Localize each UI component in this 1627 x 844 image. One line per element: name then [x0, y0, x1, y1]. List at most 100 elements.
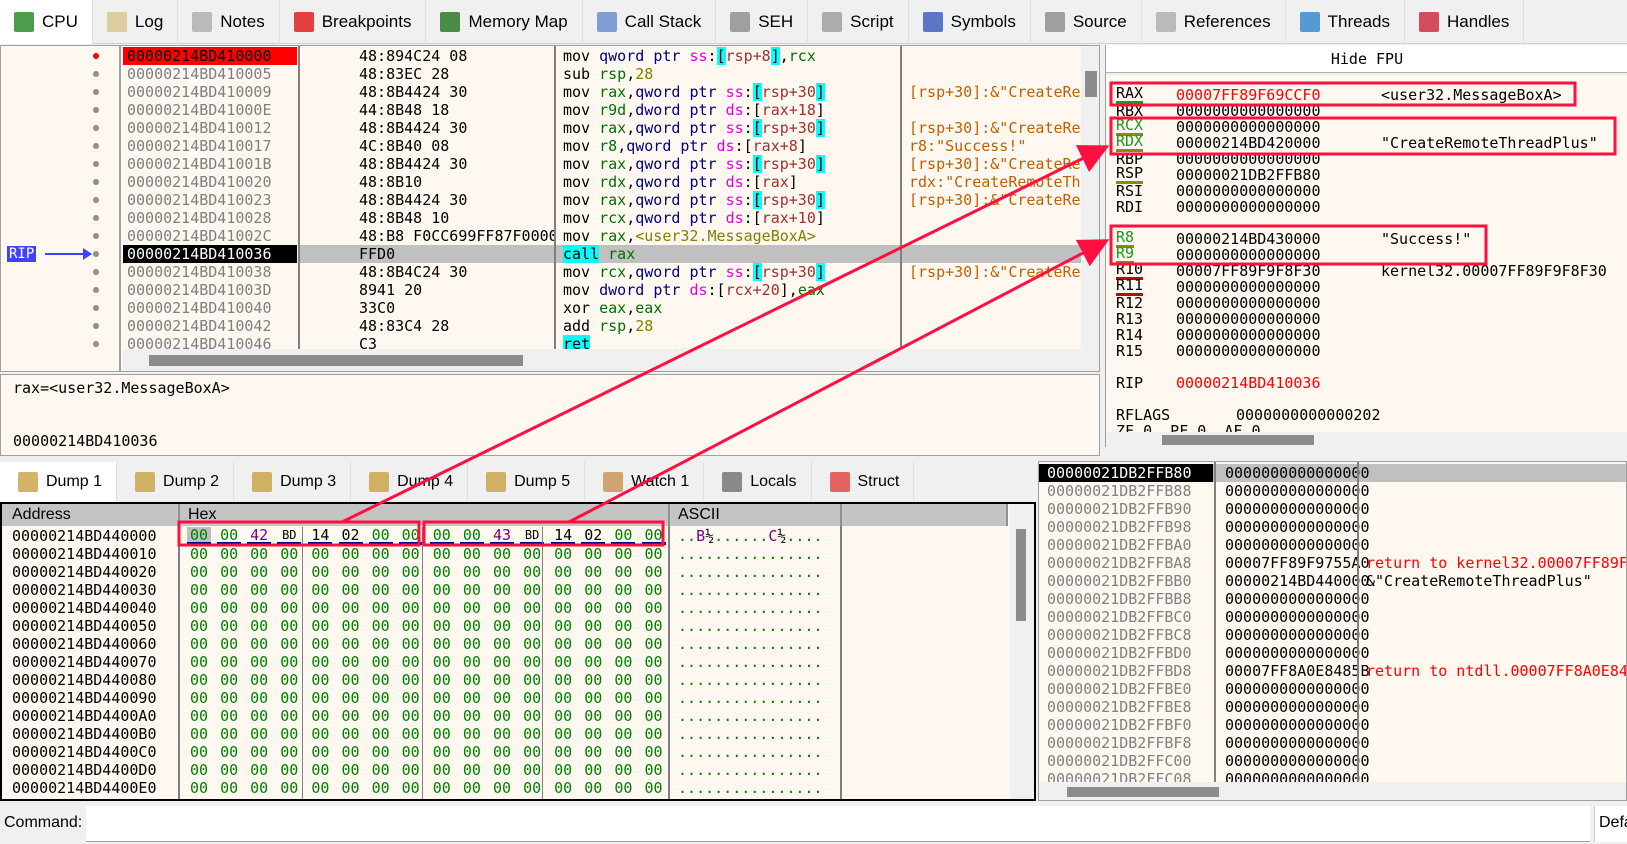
dump-byte[interactable]: 00: [277, 779, 301, 797]
dump-row[interactable]: 00000214BD4400D0 00 00 00 00 00 00 00 00 00 00 00 00…: [2, 761, 1008, 779]
dump-byte[interactable]: 00: [339, 617, 363, 635]
dump-byte[interactable]: 00: [369, 581, 393, 599]
dump-byte[interactable]: 00: [339, 707, 363, 725]
dump-ascii[interactable]: ................: [678, 743, 838, 761]
dump-byte[interactable]: 00: [459, 527, 484, 545]
dump-byte[interactable]: 00: [308, 563, 332, 581]
dump-byte[interactable]: 00: [611, 707, 635, 725]
dump-byte[interactable]: 00: [581, 653, 605, 671]
stack-row[interactable]: 00000021DB2FFB88 0000000000000000: [1039, 482, 1626, 500]
disassembly-row[interactable]: 00000214BD410040 33C0 xor eax,eax: [1, 299, 1081, 317]
register-row-r15[interactable]: R15 0000000000000000: [1106, 342, 1627, 360]
dump-byte[interactable]: 00: [369, 545, 393, 563]
dump-byte[interactable]: BD: [520, 527, 545, 545]
dump-byte[interactable]: 00: [399, 797, 423, 799]
dump-row[interactable]: 00000214BD440010 00 00 00 00 00 00 00 00 00 00 00 00…: [2, 545, 1008, 563]
dump-byte[interactable]: 00: [217, 581, 241, 599]
stack-rows[interactable]: 00000021DB2FFB80 0000000000000000 00000021…: [1039, 464, 1626, 782]
disassembly-row[interactable]: 00000214BD41001B 48:8B4424 30 mov rax,qwor…: [1, 155, 1081, 173]
dump-byte[interactable]: 00: [247, 761, 271, 779]
tab-threads[interactable]: Threads: [1286, 0, 1406, 44]
dump-byte[interactable]: 00: [460, 689, 484, 707]
dump-byte[interactable]: 00: [430, 653, 454, 671]
dump-byte[interactable]: 00: [217, 671, 241, 689]
dump-address[interactable]: 00000214BD440000: [12, 527, 157, 545]
dump-byte[interactable]: 00: [308, 635, 332, 653]
dump-byte[interactable]: 00: [247, 653, 271, 671]
stack-address[interactable]: 00000021DB2FFBB0: [1039, 572, 1213, 590]
register-value[interactable]: 0000000000000000: [1176, 198, 1321, 216]
dump-byte[interactable]: 00: [611, 671, 635, 689]
dump-byte[interactable]: 00: [551, 779, 575, 797]
dump-byte[interactable]: 00: [490, 617, 514, 635]
tab-cpu[interactable]: CPU: [0, 0, 93, 44]
dump-ascii[interactable]: ................: [678, 617, 838, 635]
registers-horizontal-scrollbar[interactable]: [1106, 432, 1627, 447]
dump-byte[interactable]: 00: [551, 689, 575, 707]
stack-value[interactable]: 0000000000000000: [1225, 770, 1370, 782]
dump-byte[interactable]: 00: [247, 671, 271, 689]
dump-address[interactable]: 00000214BD4400E0: [12, 779, 157, 797]
dump-byte[interactable]: 00: [369, 761, 393, 779]
stack-address[interactable]: 00000021DB2FFB80: [1039, 464, 1213, 482]
dump-byte[interactable]: 00: [642, 797, 666, 799]
dump-byte[interactable]: 00: [520, 599, 544, 617]
tab-dump-1[interactable]: Dump 1: [0, 462, 118, 502]
dump-byte[interactable]: 00: [308, 617, 332, 635]
dump-byte[interactable]: 00: [187, 563, 211, 581]
dump-byte[interactable]: 00: [247, 779, 271, 797]
dump-byte[interactable]: 00: [460, 581, 484, 599]
dump-byte[interactable]: 00: [399, 671, 423, 689]
dump-byte[interactable]: 00: [217, 797, 241, 799]
dump-row[interactable]: 00000214BD440070 00 00 00 00 00 00 00 00 00 00 00 00…: [2, 653, 1008, 671]
dump-address[interactable]: 00000214BD4400C0: [12, 743, 157, 761]
dump-byte[interactable]: 00: [581, 707, 605, 725]
instruction-text[interactable]: ret: [563, 335, 899, 349]
dump-address[interactable]: 00000214BD440080: [12, 671, 157, 689]
dump-byte[interactable]: 00: [460, 635, 484, 653]
dump-byte[interactable]: 00: [520, 707, 544, 725]
dump-byte[interactable]: 00: [551, 671, 575, 689]
dump-address[interactable]: 00000214BD4400A0: [12, 707, 157, 725]
dump-byte[interactable]: 00: [642, 725, 666, 743]
dump-byte[interactable]: 00: [187, 797, 211, 799]
dump-byte[interactable]: 14: [551, 527, 576, 545]
stack-value[interactable]: 0000000000000000: [1225, 500, 1370, 518]
dump-byte[interactable]: 00: [430, 689, 454, 707]
stack-address[interactable]: 00000021DB2FFBB8: [1039, 590, 1213, 608]
dump-byte[interactable]: 00: [187, 635, 211, 653]
dump-byte[interactable]: 00: [430, 581, 454, 599]
dump-byte[interactable]: 00: [187, 743, 211, 761]
breakpoint-slot[interactable]: [93, 107, 99, 113]
dump-byte[interactable]: 00: [611, 527, 636, 545]
stack-row[interactable]: 00000021DB2FFC00 0000000000000000: [1039, 752, 1626, 770]
breakpoint-slot[interactable]: [93, 233, 99, 239]
instruction-text[interactable]: xor eax,eax: [563, 299, 899, 317]
dump-byte[interactable]: 00: [551, 545, 575, 563]
instruction-text[interactable]: mov r9d,dword ptr ds:[rax+18]: [563, 101, 899, 119]
dump-byte[interactable]: 00: [551, 761, 575, 779]
stack-row[interactable]: 00000021DB2FFBC8 0000000000000000: [1039, 626, 1626, 644]
dump-byte[interactable]: 00: [399, 689, 423, 707]
dump-ascii[interactable]: ................: [678, 653, 838, 671]
dump-byte[interactable]: 00: [551, 635, 575, 653]
dump-byte[interactable]: 43: [490, 527, 514, 545]
tab-dump-3[interactable]: Dump 3: [234, 462, 352, 502]
stack-address[interactable]: 00000021DB2FFBE8: [1039, 698, 1213, 716]
dump-byte[interactable]: 00: [308, 653, 332, 671]
tab-source[interactable]: Source: [1031, 0, 1142, 44]
dump-byte[interactable]: 00: [369, 563, 393, 581]
dump-byte[interactable]: 42: [247, 527, 272, 545]
register-row-rip[interactable]: RIP 00000214BD410036: [1106, 374, 1627, 392]
dump-row[interactable]: 00000214BD440050 00 00 00 00 00 00 00 00 00 00 00 00…: [2, 617, 1008, 635]
dump-byte[interactable]: 00: [277, 653, 301, 671]
disassembly-row[interactable]: 00000214BD410046 C3 ret: [1, 335, 1081, 349]
dump-byte[interactable]: 00: [339, 671, 363, 689]
breakpoint-slot[interactable]: [93, 143, 99, 149]
dump-byte[interactable]: 00: [308, 743, 332, 761]
dump-byte[interactable]: 00: [187, 653, 211, 671]
dump-byte[interactable]: 00: [611, 617, 635, 635]
dump-byte[interactable]: 00: [247, 689, 271, 707]
dump-address[interactable]: 00000214BD4400D0: [12, 761, 157, 779]
tab-call-stack[interactable]: Call Stack: [583, 0, 717, 44]
